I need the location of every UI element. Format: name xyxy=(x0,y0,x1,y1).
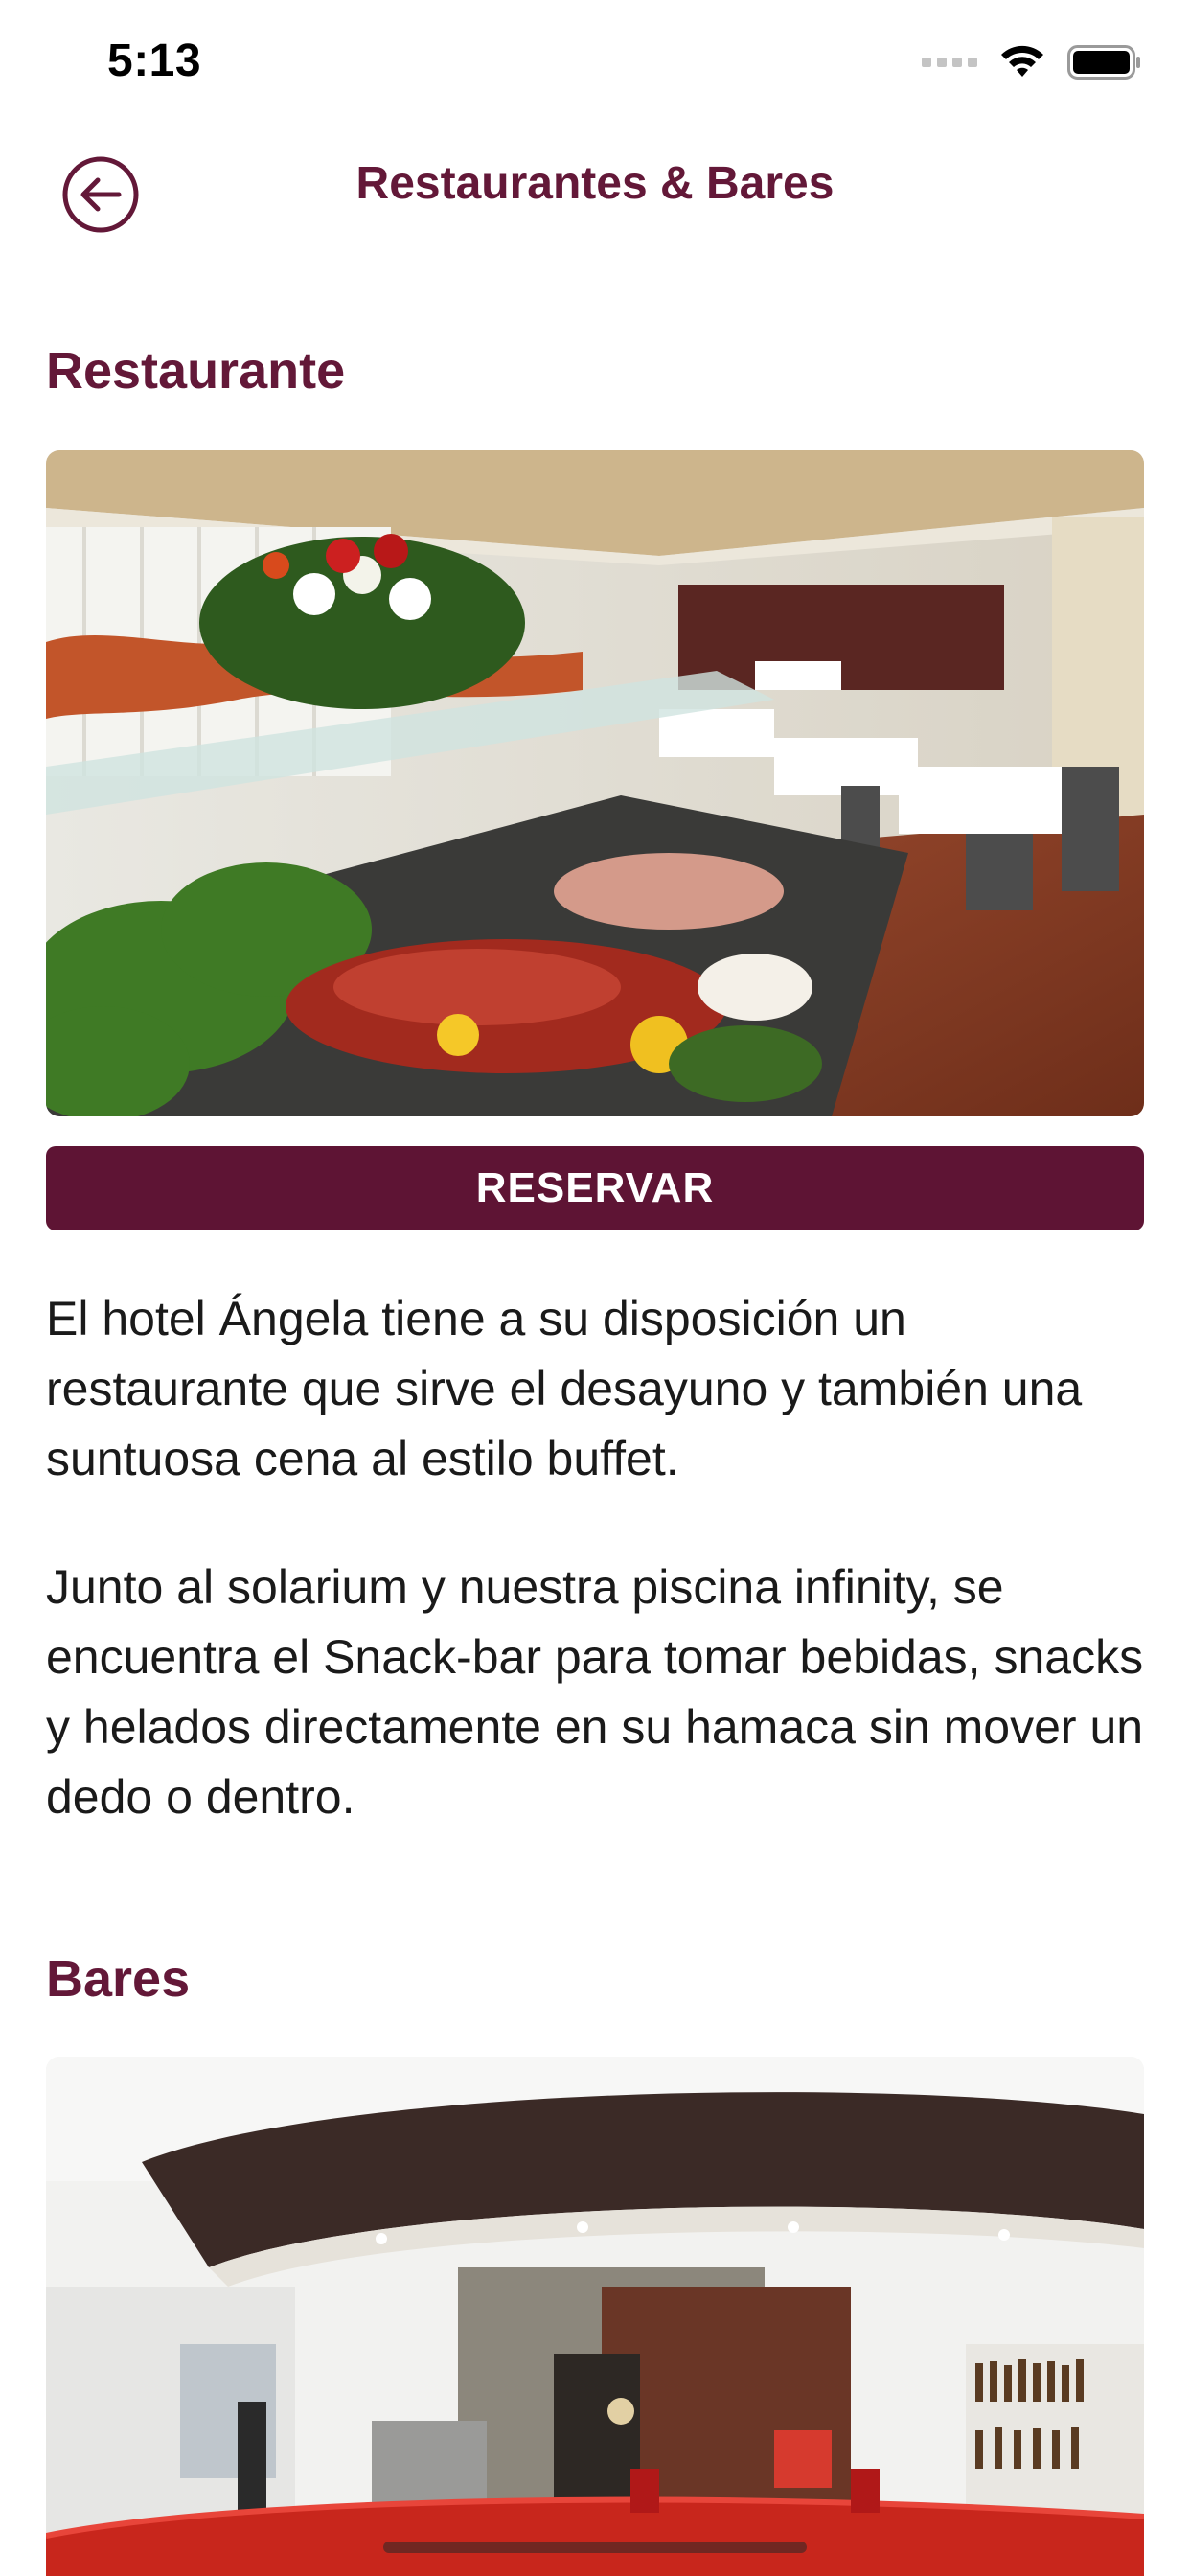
snackbar-description: Junto al solarium y nuestra piscina infi… xyxy=(46,1560,1144,1824)
signal-icon xyxy=(922,58,977,67)
page-title: Restaurantes & Bares xyxy=(355,158,835,209)
reserve-button[interactable]: RESERVAR xyxy=(46,1146,1144,1230)
restaurant-description: El hotel Ángela tiene a su disposición u… xyxy=(46,1292,1083,1485)
status-icons xyxy=(922,44,1142,80)
nav-bar: Restaurantes & Bares xyxy=(0,126,1190,251)
section-heading-bars: Bares xyxy=(46,1950,191,2008)
battery-icon xyxy=(1067,45,1140,80)
status-bar: 5:13 xyxy=(0,0,1190,126)
bar-photo xyxy=(46,2057,1144,2576)
status-time: 5:13 xyxy=(107,35,202,86)
restaurant-photo xyxy=(46,450,1144,1116)
home-indicator xyxy=(383,2542,807,2553)
wifi-icon xyxy=(1001,45,1043,77)
section-heading-restaurant: Restaurante xyxy=(46,342,346,400)
